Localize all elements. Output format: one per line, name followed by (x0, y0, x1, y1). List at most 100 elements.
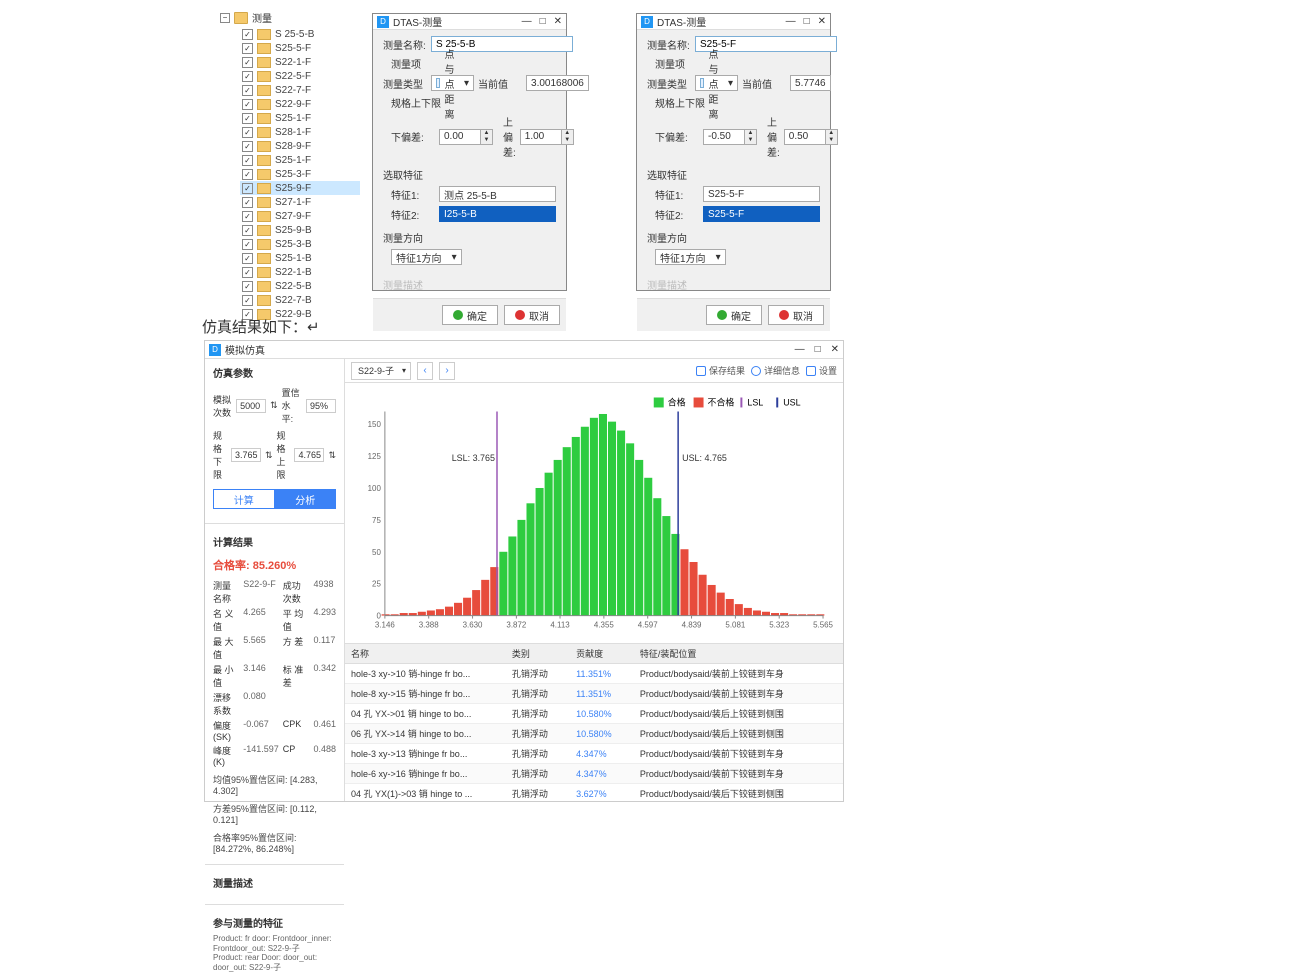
folder-icon (234, 12, 248, 24)
tree-item[interactable]: ✓S22-1-B (240, 265, 360, 279)
minimize-button[interactable]: — (786, 16, 796, 27)
maximize-button[interactable]: □ (815, 344, 821, 355)
checkbox-icon[interactable]: ✓ (242, 253, 253, 264)
table-header[interactable]: 名称 (345, 644, 506, 664)
checkbox-icon[interactable]: ✓ (242, 57, 253, 68)
type-icon (700, 78, 704, 88)
cancel-button[interactable]: 取消 (768, 305, 824, 325)
tree-item[interactable]: ✓S22-9-F (240, 97, 360, 111)
ok-button[interactable]: 确定 (706, 305, 762, 325)
tree-item[interactable]: ✓S27-1-F (240, 195, 360, 209)
checkbox-icon[interactable]: ✓ (242, 169, 253, 180)
contribution-table[interactable]: 名称类别贡献度特征/装配位置 hole-3 xy->10 销-hinge fr … (345, 643, 843, 801)
checkbox-icon[interactable]: ✓ (242, 85, 253, 96)
tree-item[interactable]: ✓S28-1-F (240, 125, 360, 139)
tree-item-label: S22-5-F (275, 71, 311, 82)
tree-item[interactable]: ✓S25-3-F (240, 167, 360, 181)
tree-item[interactable]: ✓ S22-5-F (240, 69, 360, 83)
svg-text:125: 125 (368, 452, 382, 461)
tree-item[interactable]: ✓S 25-5-B (240, 27, 360, 41)
measurement-select[interactable]: S22-9-子 (351, 362, 411, 380)
tree-item[interactable]: ✓S25-1-B (240, 251, 360, 265)
checkbox-icon[interactable]: ✓ (242, 155, 253, 166)
table-row[interactable]: 04 孔 YX->01 销 hinge to bo...孔销浮动10.580%P… (345, 704, 843, 724)
checkbox-icon[interactable]: ✓ (242, 225, 253, 236)
checkbox-icon[interactable]: ✓ (242, 99, 253, 110)
usl-input[interactable]: 4.765 (294, 448, 324, 462)
analyze-button[interactable]: 分析 (275, 489, 337, 509)
maximize-button[interactable]: □ (804, 16, 810, 27)
tree-item[interactable]: ✓S25-1-F (240, 153, 360, 167)
direction-select[interactable]: 特征1方向▾ (655, 249, 726, 265)
lsl-input[interactable]: 3.765 (231, 448, 261, 462)
feat1-value[interactable]: 测点 25-5-B (439, 186, 556, 202)
table-header[interactable]: 贡献度 (570, 644, 634, 664)
upper-spinner[interactable]: 0.50▲▼ (784, 129, 838, 145)
prev-button[interactable]: ‹ (417, 362, 433, 380)
checkbox-icon[interactable]: ✓ (242, 71, 253, 82)
tree-item[interactable]: ✓S25-9-B (240, 223, 360, 237)
table-header[interactable]: 特征/装配位置 (634, 644, 843, 664)
table-row[interactable]: 04 孔 YX(1)->03 销 hinge to ...孔销浮动3.627%P… (345, 784, 843, 802)
ok-button[interactable]: 确定 (442, 305, 498, 325)
feat1-value[interactable]: S25-5-F (703, 186, 820, 202)
feat2-value[interactable]: S25-5-F (703, 206, 820, 222)
feat2-value[interactable]: I25-5-B (439, 206, 556, 222)
upper-spinner[interactable]: 1.00▲▼ (520, 129, 574, 145)
tree-collapse-toggle[interactable]: − (220, 13, 230, 23)
tree-item[interactable]: ✓S22-1-F (240, 55, 360, 69)
svg-text:4.597: 4.597 (638, 621, 658, 630)
checkbox-icon[interactable]: ✓ (242, 113, 253, 124)
table-row[interactable]: hole-3 xy->13 销hinge fr bo...孔销浮动4.347%P… (345, 744, 843, 764)
cancel-button[interactable]: 取消 (504, 305, 560, 325)
tree-item[interactable]: ✓S25-5-F (240, 41, 360, 55)
item-icon (257, 183, 271, 194)
maximize-button[interactable]: □ (540, 16, 546, 27)
table-row[interactable]: hole-8 xy->15 销-hinge fr bo...孔销浮动11.351… (345, 684, 843, 704)
tree-item[interactable]: ✓S22-5-B (240, 279, 360, 293)
item-icon (257, 43, 271, 54)
next-button[interactable]: › (439, 362, 455, 380)
table-row[interactable]: 06 孔 YX->14 销 hinge to bo...孔销浮动10.580%P… (345, 724, 843, 744)
type-select[interactable]: 点与点距离▾ (695, 75, 738, 91)
table-header[interactable]: 类别 (506, 644, 570, 664)
table-row[interactable]: hole-6 xy->16 销hinge fr bo...孔销浮动4.347%P… (345, 764, 843, 784)
table-row[interactable]: hole-3 xy->10 销-hinge fr bo...孔销浮动11.351… (345, 664, 843, 684)
checkbox-icon[interactable]: ✓ (242, 29, 253, 40)
tree-item[interactable]: ✓S28-9-F (240, 139, 360, 153)
checkbox-icon[interactable]: ✓ (242, 183, 253, 194)
tree-item[interactable]: ✓S22-7-B (240, 293, 360, 307)
type-select[interactable]: 点与点距离 ▾ (431, 75, 474, 91)
sim-count-input[interactable]: 5000 (236, 399, 266, 413)
calc-button[interactable]: 计算 (213, 489, 275, 509)
close-button[interactable]: ✕ (831, 344, 839, 355)
tree-item[interactable]: ✓S25-3-B (240, 237, 360, 251)
checkbox-icon[interactable]: ✓ (242, 43, 253, 54)
checkbox-icon[interactable]: ✓ (242, 295, 253, 306)
item-icon (257, 253, 271, 264)
direction-select[interactable]: 特征1方向▾ (391, 249, 462, 265)
checkbox-icon[interactable]: ✓ (242, 267, 253, 278)
close-button[interactable]: ✕ (554, 16, 562, 27)
settings-button[interactable]: 设置 (806, 364, 837, 377)
tree-item[interactable]: ✓S25-1-F (240, 111, 360, 125)
confidence-input[interactable]: 95% (306, 399, 336, 413)
tree-item[interactable]: ✓S27-9-F (240, 209, 360, 223)
tree-item[interactable]: ✓ S22-7-F (240, 83, 360, 97)
checkbox-icon[interactable]: ✓ (242, 197, 253, 208)
minimize-button[interactable]: — (522, 16, 532, 27)
tree-item[interactable]: ✓S25-9-F (240, 181, 360, 195)
close-button[interactable]: ✕ (818, 16, 826, 27)
minimize-button[interactable]: — (795, 344, 805, 355)
feat1-label: 特征1: (391, 187, 435, 202)
checkbox-icon[interactable]: ✓ (242, 211, 253, 222)
checkbox-icon[interactable]: ✓ (242, 281, 253, 292)
tree-item-label: S22-7-F (275, 85, 311, 96)
detail-button[interactable]: 详细信息 (751, 364, 800, 377)
checkbox-icon[interactable]: ✓ (242, 239, 253, 250)
save-result-button[interactable]: 保存结果 (696, 364, 745, 377)
lower-spinner[interactable]: 0.00▲▼ (439, 129, 493, 145)
lower-spinner[interactable]: -0.50▲▼ (703, 129, 757, 145)
checkbox-icon[interactable]: ✓ (242, 127, 253, 138)
checkbox-icon[interactable]: ✓ (242, 141, 253, 152)
